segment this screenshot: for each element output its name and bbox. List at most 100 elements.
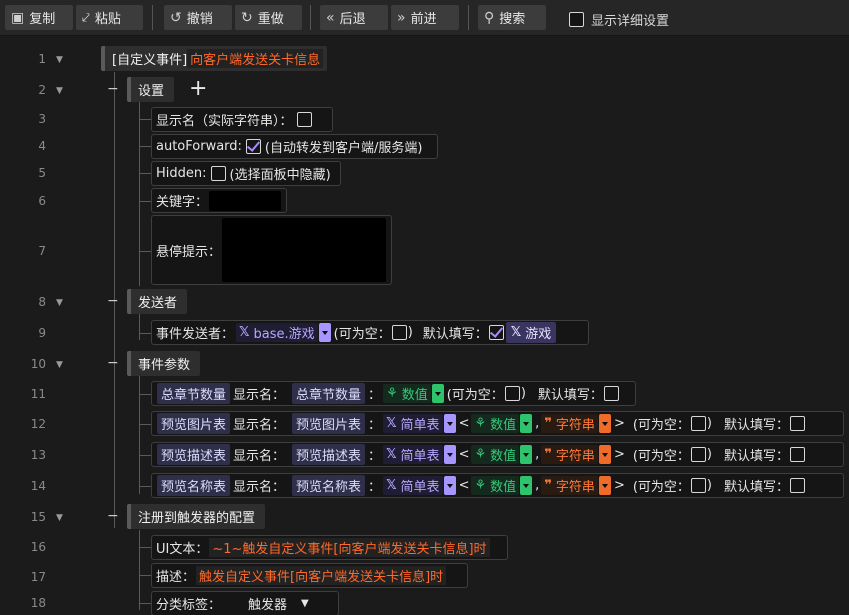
line-number: 15 — [30, 510, 46, 524]
line-number: 14 — [30, 479, 46, 493]
value-type-selector[interactable]: ❞ 字符串 — [541, 476, 598, 495]
hidden-field: Hidden: (选择面板中隐藏) — [151, 161, 341, 186]
param-default-checkbox[interactable] — [603, 386, 619, 401]
chevron-down-icon[interactable] — [520, 476, 533, 495]
tree-line — [139, 201, 151, 202]
tooltip-input[interactable] — [222, 218, 387, 282]
chevron-down-icon[interactable] — [598, 445, 611, 464]
chevron-down-icon[interactable] — [520, 445, 533, 464]
search-button[interactable]: ⚲ 搜索 — [478, 5, 546, 30]
param-nullable-checkbox[interactable] — [690, 478, 706, 493]
tooltip-field: 悬停提示： — [151, 215, 392, 285]
tree-line — [139, 575, 151, 576]
sender-nullable-checkbox[interactable] — [391, 325, 407, 340]
tree-line — [139, 394, 151, 395]
function-x-icon: 𝕏 — [239, 325, 250, 340]
chevron-down-icon[interactable] — [598, 476, 611, 495]
double-chevron-right-icon: » — [397, 9, 406, 26]
param-default-checkbox[interactable] — [790, 416, 806, 431]
toolbar-divider — [310, 5, 311, 30]
tree-line — [139, 547, 151, 548]
param-default-checkbox[interactable] — [790, 447, 806, 462]
collapse-icon[interactable]: − — [107, 81, 119, 97]
tree-line — [139, 314, 140, 340]
show-detail-toggle[interactable]: 显示详细设置 — [569, 10, 669, 29]
collapse-icon[interactable]: − — [107, 293, 119, 309]
fold-arrow-icon[interactable]: ▼ — [56, 298, 63, 308]
tree-line — [139, 173, 151, 174]
auto-forward-checkbox[interactable] — [245, 139, 261, 154]
forward-button[interactable]: » 前进 — [391, 5, 459, 30]
param-row: 总章节数量 显示名： 总章节数量 ： ⚘ 数值 (可为空： ) 默认填写： — [151, 381, 636, 406]
sender-type-selector[interactable]: 𝕏 base.游戏 — [236, 323, 318, 342]
show-detail-checkbox[interactable] — [569, 12, 584, 27]
param-nullable-checkbox[interactable] — [690, 416, 706, 431]
params-header[interactable]: 事件参数 — [127, 351, 201, 376]
collapse-icon[interactable]: − — [107, 355, 119, 371]
ui-text-input[interactable]: ~1~触发自定义事件[向客户端发送关卡信息]时 — [209, 538, 490, 557]
function-x-icon: 𝕏 — [386, 416, 397, 431]
settings-header[interactable]: 设置 — [127, 77, 175, 102]
copy-button[interactable]: ▣ 复制 — [5, 5, 73, 30]
paste-button[interactable]: ⤦ 粘贴 — [76, 5, 143, 30]
line-number: 11 — [30, 387, 46, 401]
fold-arrow-icon[interactable]: ▼ — [56, 360, 63, 370]
register-header[interactable]: 注册到触发器的配置 — [127, 504, 266, 529]
param-type-selector[interactable]: ⚘ 数值 — [383, 384, 431, 403]
fold-arrow-icon[interactable]: ▼ — [56, 86, 63, 96]
param-nullable-checkbox[interactable] — [504, 386, 520, 401]
keyword-field: 关键字： — [151, 188, 287, 213]
sender-default-checkbox[interactable] — [488, 325, 504, 340]
chevron-down-icon[interactable] — [598, 414, 611, 433]
quote-icon: ❞ — [544, 447, 552, 462]
category-select[interactable]: 触发器 — [248, 594, 287, 613]
sender-header[interactable]: 发送者 — [127, 289, 188, 314]
quote-icon: ❞ — [544, 478, 552, 493]
hidden-checkbox[interactable] — [210, 166, 226, 181]
number-icon: ⚘ — [474, 478, 487, 493]
auto-forward-field: autoForward: (自动转发到客户端/服务端) — [151, 134, 438, 159]
line-number: 7 — [38, 244, 46, 258]
key-type-selector[interactable]: ⚘ 数值 — [471, 445, 520, 464]
line-number: 3 — [38, 112, 46, 126]
param-type-selector[interactable]: 𝕏 简单表 — [383, 476, 443, 495]
search-icon: ⚲ — [484, 9, 495, 26]
category-field: 分类标签： 触发器 ▼ — [151, 591, 339, 615]
line-number: 9 — [38, 326, 46, 340]
quote-icon: ❞ — [544, 416, 552, 431]
param-type-selector[interactable]: 𝕏 简单表 — [383, 414, 443, 433]
param-nullable-checkbox[interactable] — [690, 447, 706, 462]
redo-button[interactable]: ↻ 重做 — [235, 5, 302, 30]
chevron-down-icon[interactable] — [443, 476, 456, 495]
value-type-selector[interactable]: ❞ 字符串 — [541, 414, 598, 433]
fold-arrow-icon[interactable]: ▼ — [56, 55, 63, 65]
line-number: 13 — [30, 448, 46, 462]
keyword-input[interactable] — [209, 190, 282, 211]
param-default-checkbox[interactable] — [790, 478, 806, 493]
function-x-icon: 𝕏 — [386, 447, 397, 462]
line-number: 5 — [38, 166, 46, 180]
chevron-down-icon[interactable] — [431, 384, 444, 403]
sender-default-value[interactable]: 𝕏 游戏 — [505, 322, 557, 343]
undo-button[interactable]: ↺ 撤销 — [164, 5, 232, 30]
event-title[interactable]: [自定义事件] 向客户端发送关卡信息 — [101, 46, 328, 71]
chevron-down-icon[interactable] — [443, 414, 456, 433]
line-number: 18 — [30, 596, 46, 610]
toolbar-divider — [152, 5, 153, 30]
ui-text-field: UI文本： ~1~触发自定义事件[向客户端发送关卡信息]时 — [151, 535, 508, 560]
display-name-checkbox[interactable] — [296, 112, 312, 127]
chevron-down-icon[interactable]: ▼ — [301, 598, 309, 609]
fold-arrow-icon[interactable]: ▼ — [56, 513, 63, 523]
chevron-down-icon[interactable] — [520, 414, 533, 433]
param-type-selector[interactable]: 𝕏 简单表 — [383, 445, 443, 464]
add-setting-icon[interactable]: + — [189, 76, 207, 102]
key-type-selector[interactable]: ⚘ 数值 — [471, 476, 520, 495]
description-input[interactable]: 触发自定义事件[向客户端发送关卡信息]时 — [196, 566, 447, 585]
collapse-icon[interactable]: − — [107, 508, 119, 524]
chevron-down-icon[interactable] — [443, 445, 456, 464]
value-type-selector[interactable]: ❞ 字符串 — [541, 445, 598, 464]
chevron-down-icon[interactable] — [318, 323, 331, 342]
key-type-selector[interactable]: ⚘ 数值 — [471, 414, 520, 433]
back-button[interactable]: «后退 — [320, 5, 388, 30]
tree-line — [139, 455, 151, 456]
